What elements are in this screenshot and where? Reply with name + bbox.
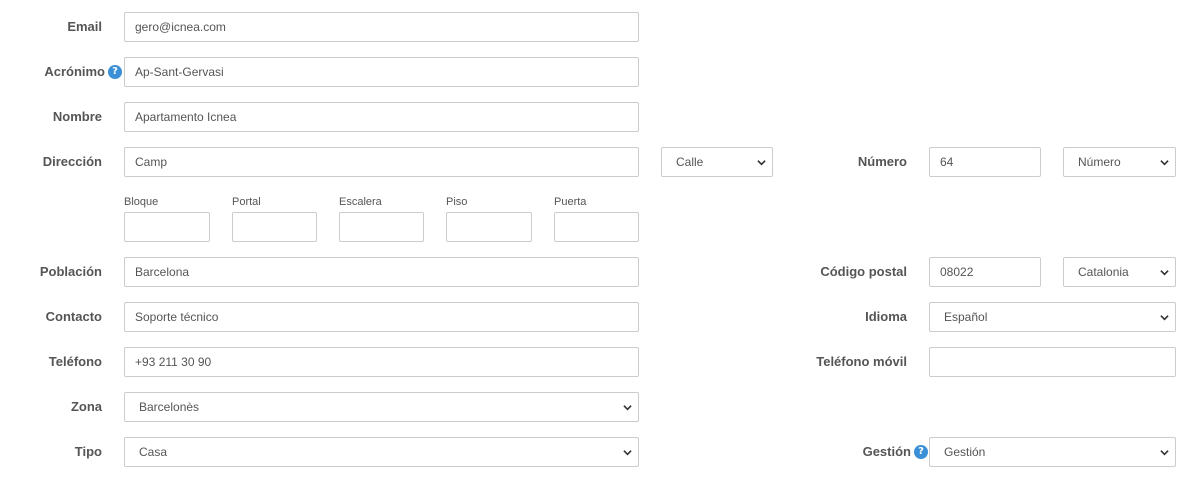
puerta-label: Puerta <box>554 196 587 208</box>
zona-value: Barcelonès <box>139 400 200 414</box>
numero-suffix-select[interactable]: Número <box>1063 147 1176 177</box>
escalera-label: Escalera <box>339 196 382 208</box>
bloque-input[interactable] <box>124 212 210 242</box>
telefono-movil-label: Teléfono móvil <box>816 347 907 377</box>
nombre-label-text: Nombre <box>52 109 102 124</box>
nombre-label: Nombre <box>0 102 102 132</box>
gestion-value: Gestión <box>944 445 986 459</box>
zona-label-text: Zona <box>70 399 102 414</box>
idioma-label: Idioma <box>865 302 907 332</box>
gestion-label-text: Gestión <box>862 444 911 459</box>
chevron-down-icon <box>1160 450 1169 456</box>
idioma-label-text: Idioma <box>865 309 907 324</box>
contacto-input[interactable] <box>124 302 639 332</box>
escalera-input[interactable] <box>339 212 424 242</box>
question-circle-icon[interactable]: ? <box>108 64 122 79</box>
region-select[interactable]: Catalonia <box>1063 257 1176 287</box>
gestion-select[interactable]: Gestión <box>929 437 1176 467</box>
numero-label-text: Número <box>857 154 907 169</box>
telefono-input[interactable] <box>124 347 639 377</box>
chevron-down-icon <box>623 450 632 456</box>
poblacion-input[interactable] <box>124 257 639 287</box>
tipo-value: Casa <box>139 445 168 459</box>
acronimo-label-text: Acrónimo <box>44 64 105 79</box>
zona-label: Zona <box>0 392 102 422</box>
nombre-input[interactable] <box>124 102 639 132</box>
idioma-select[interactable]: Español <box>929 302 1176 332</box>
codigo-postal-label-text: Código postal <box>820 264 907 279</box>
direccion-input[interactable] <box>124 147 639 177</box>
region-value: Catalonia <box>1078 265 1129 279</box>
idioma-value: Español <box>944 310 988 324</box>
numero-label: Número <box>858 147 907 177</box>
contacto-label-text: Contacto <box>45 309 102 324</box>
poblacion-label-text: Población <box>39 264 102 279</box>
chevron-down-icon <box>1160 270 1169 276</box>
numero-input[interactable] <box>929 147 1041 177</box>
tipo-label: Tipo <box>0 437 102 467</box>
telefono-movil-label-text: Teléfono móvil <box>816 354 907 369</box>
piso-label: Piso <box>446 196 468 208</box>
puerta-input[interactable] <box>554 212 639 242</box>
codigo-postal-input[interactable] <box>929 257 1041 287</box>
acronimo-label: Acrónimo? <box>0 57 122 87</box>
chevron-down-icon <box>623 405 632 411</box>
question-circle-icon[interactable]: ? <box>914 444 928 459</box>
email-input[interactable] <box>124 12 639 42</box>
codigo-postal-label: Código postal <box>820 257 907 287</box>
telefono-movil-input[interactable] <box>929 347 1176 377</box>
telefono-label-text: Teléfono <box>48 354 102 369</box>
acronimo-input[interactable] <box>124 57 639 87</box>
direccion-label-text: Dirección <box>42 154 102 169</box>
zona-select[interactable]: Barcelonès <box>124 392 639 422</box>
street-type-value: Calle <box>676 155 704 169</box>
tipo-label-text: Tipo <box>74 444 102 459</box>
email-label-text: Email <box>67 19 102 34</box>
poblacion-label: Población <box>0 257 102 287</box>
telefono-label: Teléfono <box>0 347 102 377</box>
gestion-label: Gestión? <box>863 437 928 467</box>
chevron-down-icon <box>1160 315 1169 321</box>
bloque-label: Bloque <box>124 196 159 208</box>
email-label: Email <box>0 12 102 42</box>
street-type-select[interactable]: Calle <box>661 147 773 177</box>
chevron-down-icon <box>1160 160 1169 166</box>
numero-suffix-value: Número <box>1078 155 1121 169</box>
piso-input[interactable] <box>446 212 532 242</box>
portal-input[interactable] <box>232 212 317 242</box>
contacto-label: Contacto <box>0 302 102 332</box>
portal-label: Portal <box>232 196 261 208</box>
chevron-down-icon <box>757 160 766 166</box>
direccion-label: Dirección <box>0 147 102 177</box>
tipo-select[interactable]: Casa <box>124 437 639 467</box>
